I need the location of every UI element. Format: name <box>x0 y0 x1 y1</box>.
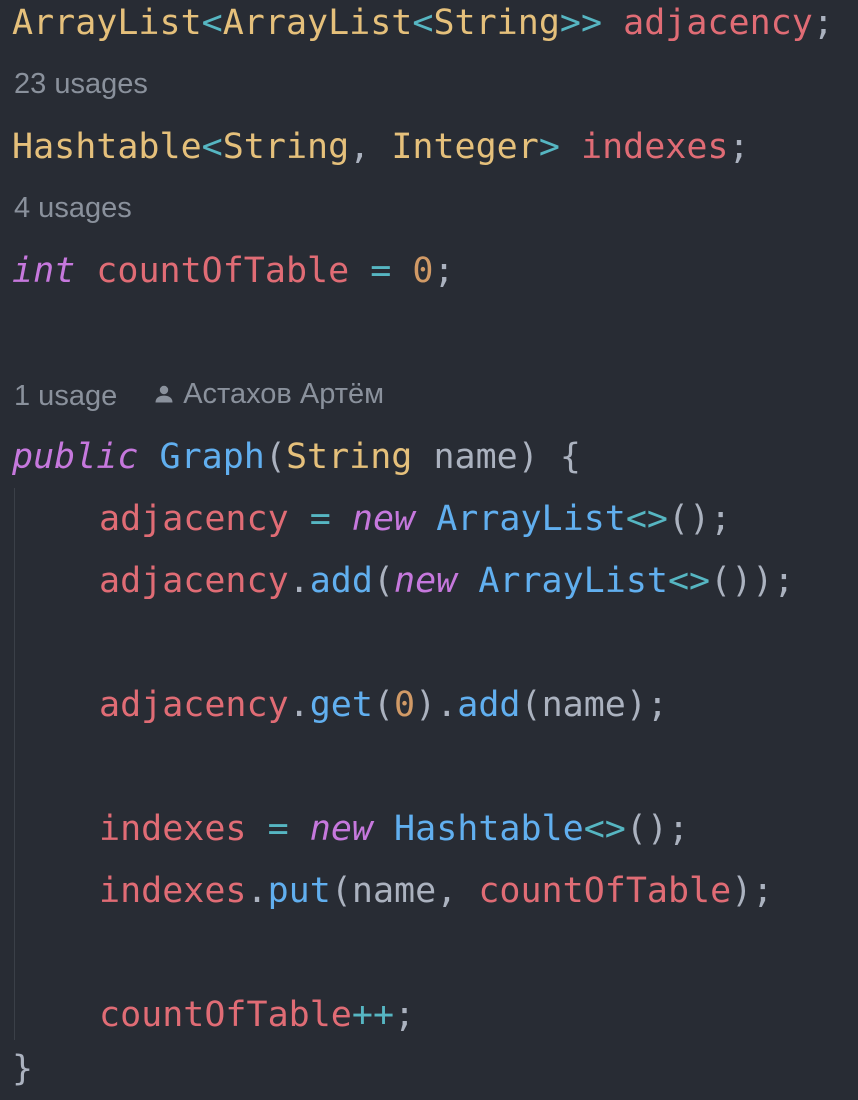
keyword-token: new <box>351 499 416 539</box>
constructor-name: Graph <box>159 437 265 477</box>
keyword-token: new <box>309 809 373 849</box>
generic-bracket: >> <box>559 3 603 43</box>
assign-operator: = <box>267 809 289 849</box>
param-name: name <box>433 437 518 477</box>
semicolon: ; <box>728 127 750 167</box>
paren: ( <box>330 871 352 911</box>
dot: . <box>288 685 310 725</box>
keyword-token: new <box>394 561 458 601</box>
class-ref: ArrayList <box>436 499 626 539</box>
paren: ( <box>520 685 542 725</box>
code-line-constructor-signature[interactable]: public Graph(String name) { <box>12 426 581 488</box>
person-icon <box>155 385 173 403</box>
field-ref: indexes <box>99 809 247 849</box>
code-line[interactable]: adjacency = new ArrayList<>(); <box>99 488 731 550</box>
type-token: Hashtable <box>12 127 202 167</box>
generic-bracket: < <box>201 127 223 167</box>
diamond-operator: <> <box>625 499 668 539</box>
field-ref: adjacency <box>99 561 289 601</box>
punctuation: ); <box>731 871 774 911</box>
generic-bracket: > <box>538 127 560 167</box>
brace: } <box>12 1049 34 1089</box>
number-literal: 0 <box>394 685 416 725</box>
comma: , <box>349 127 371 167</box>
keyword-token: int <box>12 251 76 291</box>
code-line[interactable]: adjacency.get(0).add(name); <box>99 674 668 736</box>
code-editor[interactable]: ArrayList<ArrayList<String>> adjacency; … <box>0 0 858 1089</box>
type-token: ArrayList <box>12 3 202 43</box>
field-ref: adjacency <box>99 499 289 539</box>
usages-hint[interactable]: 23 usages <box>14 64 148 104</box>
author-hint[interactable]: Астахов Артём <box>153 374 384 414</box>
keyword-token: public <box>12 437 139 477</box>
comma: , <box>436 871 458 911</box>
author-name: Астахов Артём <box>183 378 385 410</box>
type-token: String <box>285 437 413 477</box>
method-call: get <box>309 685 373 725</box>
param-ref: name <box>351 871 437 911</box>
diamond-operator: <> <box>667 561 711 601</box>
type-token: String <box>433 3 560 43</box>
paren: ( <box>372 561 395 601</box>
usages-hint-label: 1 usage <box>14 380 118 412</box>
paren: ) <box>517 437 539 477</box>
usages-hint[interactable]: 4 usages <box>14 188 132 228</box>
paren: ( <box>264 437 286 477</box>
usages-hint[interactable]: 1 usage Астахов Артём <box>14 374 384 414</box>
diamond-operator: <> <box>583 809 626 849</box>
increment-operator: ++ <box>351 995 395 1035</box>
dot: . <box>246 871 268 911</box>
paren: ) <box>415 685 437 725</box>
paren: ( <box>372 685 395 725</box>
field-ref: countOfTable <box>99 995 352 1035</box>
code-line-closing-brace[interactable]: } <box>12 1038 33 1100</box>
type-token: ArrayList <box>222 3 413 43</box>
dot: . <box>288 561 310 601</box>
assign-operator: = <box>309 499 331 539</box>
class-ref: Hashtable <box>394 809 584 849</box>
method-call: put <box>267 871 331 911</box>
field-ref: adjacency <box>99 685 289 725</box>
brace: { <box>559 437 581 477</box>
semicolon: ; <box>394 995 416 1035</box>
type-token: String <box>222 127 350 167</box>
field-ref: countOfTable <box>478 871 732 911</box>
field-name: countOfTable <box>96 251 350 291</box>
field-name: adjacency <box>623 3 813 43</box>
usages-hint-label: 4 usages <box>14 192 132 224</box>
generic-bracket: < <box>201 3 223 43</box>
class-ref: ArrayList <box>478 561 668 601</box>
punctuation: (); <box>625 809 690 849</box>
code-line[interactable]: indexes.put(name, countOfTable); <box>99 860 773 922</box>
field-ref: indexes <box>99 871 247 911</box>
method-call: add <box>457 685 521 725</box>
code-line[interactable]: countOfTable++; <box>99 984 415 1046</box>
type-token: Integer <box>391 127 539 167</box>
punctuation: ); <box>625 685 669 725</box>
code-line[interactable]: adjacency.add(new ArrayList<>()); <box>99 550 794 612</box>
code-line-indexes-field[interactable]: Hashtable<String, Integer> indexes; <box>12 116 750 178</box>
code-line[interactable]: indexes = new Hashtable<>(); <box>99 798 689 860</box>
field-name: indexes <box>581 127 729 167</box>
semicolon: ; <box>433 251 455 291</box>
usages-hint-label: 23 usages <box>14 68 148 100</box>
code-line-count-field[interactable]: int countOfTable = 0; <box>12 240 455 302</box>
semicolon: ; <box>812 3 834 43</box>
assign-operator: = <box>370 251 392 291</box>
method-call: add <box>309 561 373 601</box>
param-ref: name <box>541 685 626 725</box>
punctuation: (); <box>668 499 732 539</box>
number-literal: 0 <box>412 251 434 291</box>
dot: . <box>436 685 458 725</box>
code-line-adjacency-field[interactable]: ArrayList<ArrayList<String>> adjacency; <box>12 0 834 54</box>
punctuation: ()); <box>710 561 795 601</box>
generic-bracket: < <box>412 3 434 43</box>
indent-guide <box>14 488 15 1040</box>
